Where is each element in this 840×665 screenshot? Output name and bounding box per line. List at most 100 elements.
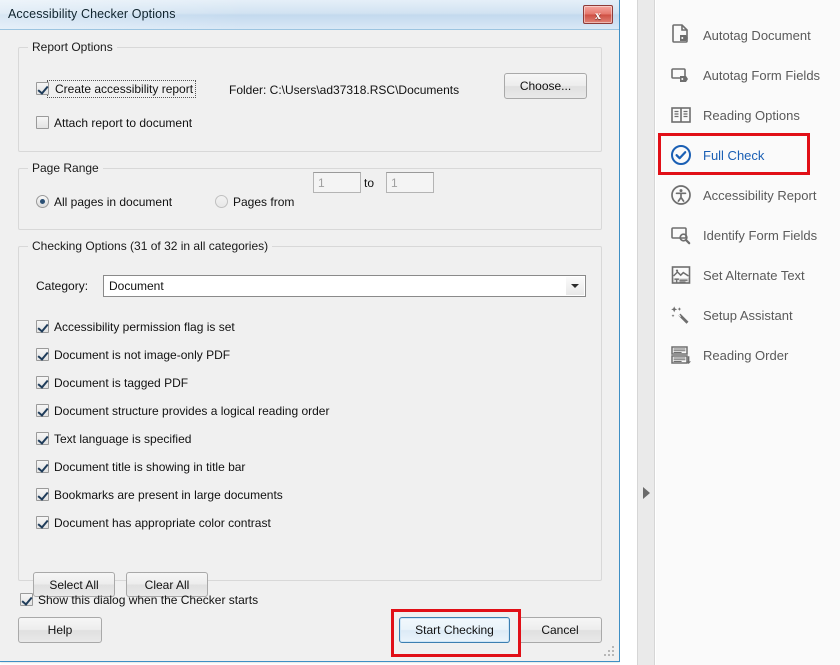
pages-from-input[interactable]: 1 [313, 172, 361, 193]
checking-option-row[interactable]: Document has appropriate color contrast [36, 516, 271, 530]
reading-options-icon [668, 102, 694, 128]
checking-option-checkbox[interactable] [36, 488, 49, 501]
create-report-label: Create accessibility report [55, 82, 194, 96]
autotag-form-fields-icon [668, 62, 694, 88]
sidebar-item-accessibility-report[interactable]: Accessibility Report [662, 178, 838, 212]
sidebar-item-autotag-document[interactable]: Autotag Document [662, 18, 838, 52]
setup-assistant-icon [668, 302, 694, 328]
triangle-right-icon[interactable] [643, 487, 650, 499]
sidebar-item-reading-order[interactable]: Reading Order [662, 338, 838, 372]
checking-option-label: Document is tagged PDF [54, 376, 189, 390]
category-value: Document [109, 279, 164, 293]
autotag-document-icon [668, 22, 694, 48]
pages-to-label: to [364, 176, 374, 190]
sidebar-item-label: Autotag Document [703, 27, 811, 43]
pages-to-input[interactable]: 1 [386, 172, 434, 193]
checking-option-row[interactable]: Bookmarks are present in large documents [36, 488, 283, 502]
attach-report-label: Attach report to document [54, 116, 193, 130]
show-dialog-row[interactable]: Show this dialog when the Checker starts [20, 593, 258, 607]
checking-option-checkbox[interactable] [36, 320, 49, 333]
dialog-body: Report Options Create accessibility repo… [0, 31, 619, 661]
all-pages-radio[interactable] [36, 195, 49, 208]
accessibility-report-icon [668, 182, 694, 208]
checking-option-checkbox[interactable] [36, 460, 49, 473]
category-select[interactable]: Document [103, 275, 586, 297]
cancel-button-label: Cancel [541, 623, 579, 637]
checking-option-row[interactable]: Document structure provides a logical re… [36, 404, 329, 418]
checking-option-label: Text language is specified [54, 432, 192, 446]
sidebar-item-full-check[interactable]: Full Check [662, 138, 838, 172]
full-check-icon [668, 142, 694, 168]
sidebar-item-setup-assistant[interactable]: Setup Assistant [662, 298, 838, 332]
pages-to-value: 1 [391, 176, 398, 190]
pages-from-value: 1 [318, 176, 325, 190]
sidebar-item-label: Reading Order [703, 347, 789, 363]
checking-option-label: Accessibility permission flag is set [54, 320, 235, 334]
pages-from-radio[interactable] [215, 195, 228, 208]
report-options-group: Report Options [18, 40, 602, 152]
sidebar-item-label: Reading Options [703, 107, 800, 123]
checking-option-row[interactable]: Text language is specified [36, 432, 191, 446]
checking-option-label: Document has appropriate color contrast [54, 516, 271, 530]
close-button[interactable]: x [583, 5, 613, 24]
sidebar-item-identify-form-fields[interactable]: Identify Form Fields [662, 218, 838, 252]
category-label-text: Category: [36, 279, 89, 293]
set-alternate-text-icon [668, 262, 694, 288]
dialog-title: Accessibility Checker Options [8, 7, 176, 21]
category-label: Category: [36, 279, 88, 293]
create-report-checkbox[interactable] [36, 82, 49, 95]
checking-option-checkbox[interactable] [36, 376, 49, 389]
pages-from-radio-row[interactable]: Pages from [215, 195, 294, 209]
close-icon: x [595, 7, 601, 22]
sidebar-item-set-alternate-text[interactable]: Set Alternate Text [662, 258, 838, 292]
accessibility-checker-options-dialog: Accessibility Checker Options x Report O… [0, 0, 620, 662]
show-dialog-checkbox[interactable] [20, 593, 33, 606]
panel-collapse-rail[interactable] [637, 0, 655, 665]
checking-option-checkbox[interactable] [36, 516, 49, 529]
help-button-label: Help [47, 623, 73, 637]
clear-all-label: Clear All [144, 577, 190, 592]
report-options-legend: Report Options [28, 40, 117, 54]
identify-form-fields-icon [668, 222, 694, 248]
checking-option-row[interactable]: Accessibility permission flag is set [36, 320, 235, 334]
help-button[interactable]: Help [18, 617, 102, 643]
start-checking-label: Start Checking [415, 623, 494, 637]
start-checking-button[interactable]: Start Checking [399, 617, 510, 643]
show-dialog-label: Show this dialog when the Checker starts [38, 593, 259, 607]
sidebar-item-reading-options[interactable]: Reading Options [662, 98, 838, 132]
checking-option-label: Document title is showing in title bar [54, 460, 246, 474]
checking-option-row[interactable]: Document is tagged PDF [36, 376, 188, 390]
screenshot-root: Accessibility Checker Options x Report O… [0, 0, 840, 665]
choose-button-label: Choose... [519, 79, 572, 93]
sidebar-item-label: Identify Form Fields [703, 227, 818, 243]
checking-option-checkbox[interactable] [36, 432, 49, 445]
chevron-down-icon[interactable] [566, 277, 584, 295]
checking-option-row[interactable]: Document is not image-only PDF [36, 348, 230, 362]
all-pages-label: All pages in document [54, 195, 173, 209]
checking-option-label: Bookmarks are present in large documents [54, 488, 283, 502]
checking-option-label: Document is not image-only PDF [54, 348, 231, 362]
sidebar-item-autotag-form-fields[interactable]: Autotag Form Fields [662, 58, 838, 92]
checking-option-row[interactable]: Document title is showing in title bar [36, 460, 245, 474]
page-range-legend: Page Range [28, 161, 103, 175]
attach-report-row[interactable]: Attach report to document [36, 116, 192, 130]
accessibility-tools-panel: Autotag Document Autotag Form Fields Readi… [656, 0, 840, 665]
resize-grip[interactable] [604, 646, 616, 658]
select-all-label: Select All [49, 577, 99, 592]
all-pages-radio-row[interactable]: All pages in document [36, 195, 172, 209]
sidebar-item-label: Full Check [703, 147, 765, 163]
sidebar-item-label: Setup Assistant [703, 307, 793, 323]
sidebar-item-label: Set Alternate Text [703, 267, 805, 283]
cancel-button[interactable]: Cancel [518, 617, 602, 643]
attach-report-checkbox[interactable] [36, 116, 49, 129]
reading-order-icon [668, 342, 694, 368]
folder-path-value: Folder: C:\Users\ad37318.RSC\Documents [229, 83, 460, 97]
checking-options-legend: Checking Options (31 of 32 in all catego… [28, 239, 273, 253]
pages-from-label: Pages from [233, 195, 295, 209]
sidebar-item-label: Autotag Form Fields [703, 67, 821, 83]
panel-gap [620, 0, 637, 665]
choose-button[interactable]: Choose... [504, 73, 587, 99]
checking-option-checkbox[interactable] [36, 348, 49, 361]
checking-option-checkbox[interactable] [36, 404, 49, 417]
create-report-row[interactable]: Create accessibility report [36, 80, 197, 98]
